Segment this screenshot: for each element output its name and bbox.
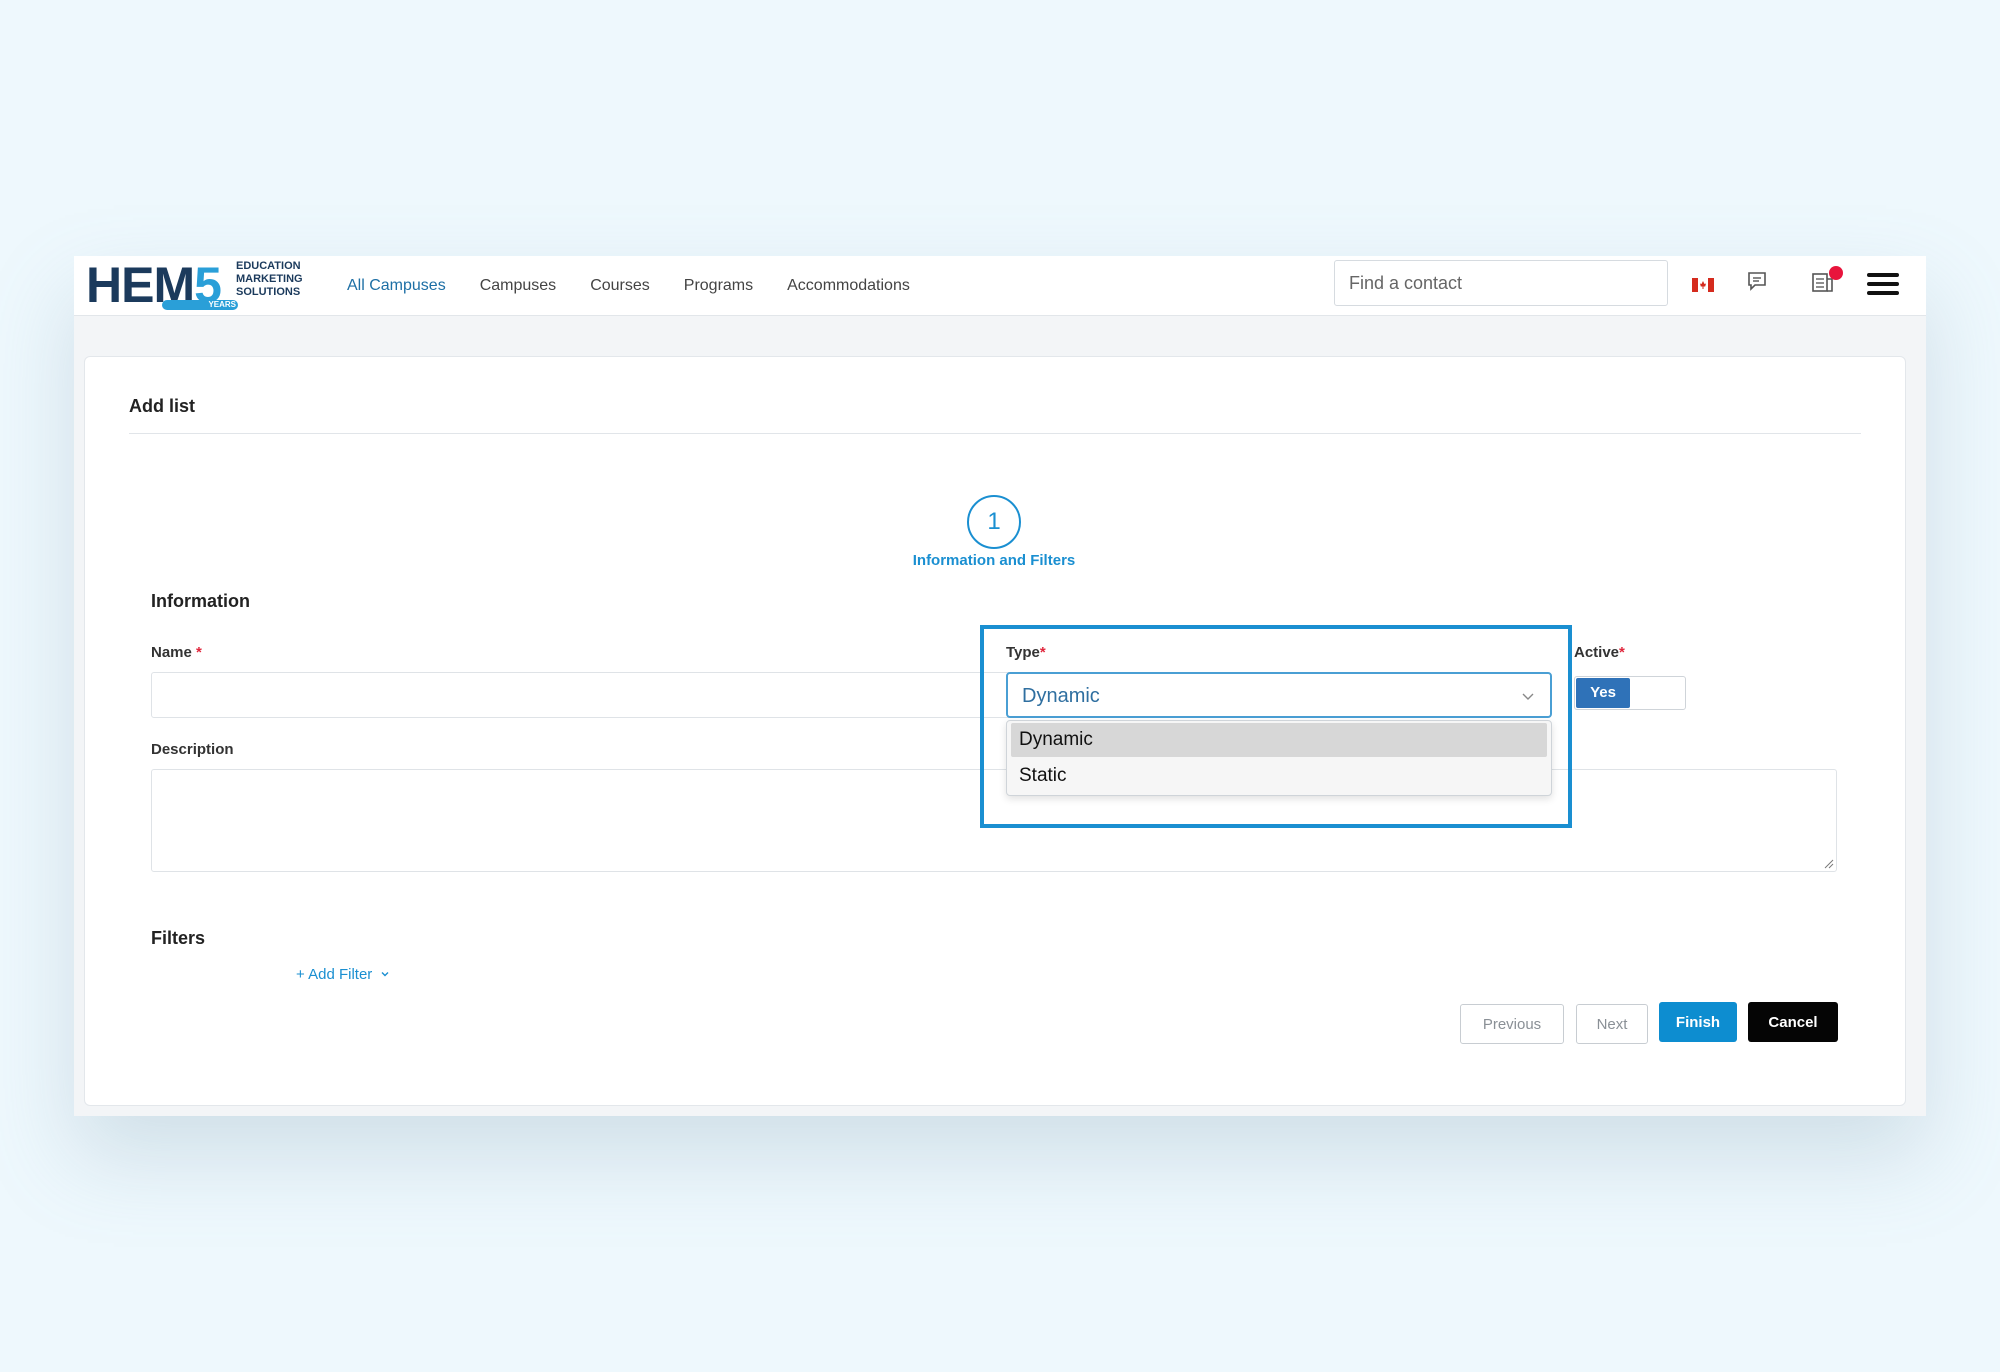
step-label: Information and Filters bbox=[912, 552, 1076, 569]
resize-grip-icon[interactable] bbox=[1822, 857, 1834, 869]
nav-accommodations[interactable]: Accommodations bbox=[787, 277, 910, 295]
step-indicator-1: 1 bbox=[967, 495, 1021, 549]
information-section-title: Information bbox=[151, 591, 250, 611]
add-filter-label: + Add Filter bbox=[296, 966, 373, 983]
name-label: Name * bbox=[151, 644, 202, 661]
logo-tagline: EDUCATION MARKETING SOLUTIONS bbox=[236, 260, 316, 299]
name-label-text: Name bbox=[151, 644, 192, 661]
name-input[interactable] bbox=[151, 672, 1011, 718]
type-select-value: Dynamic bbox=[1022, 685, 1100, 707]
top-navigation-bar: HEM5 EDUCATION MARKETING SOLUTIONS YEARS… bbox=[74, 256, 1926, 316]
filters-section-title: Filters bbox=[151, 928, 206, 948]
finish-button[interactable]: Finish bbox=[1659, 1002, 1737, 1042]
canada-flag-icon[interactable] bbox=[1692, 278, 1714, 292]
active-toggle[interactable]: Yes bbox=[1574, 676, 1686, 710]
main-nav: All Campuses Campuses Courses Programs A… bbox=[347, 256, 944, 316]
active-toggle-yes: Yes bbox=[1576, 678, 1630, 708]
name-required-mark: * bbox=[196, 644, 202, 661]
logo-tagline-2: MARKETING bbox=[236, 273, 303, 285]
hamburger-menu-icon[interactable] bbox=[1866, 270, 1900, 298]
logo-tagline-3: SOLUTIONS bbox=[236, 286, 301, 298]
nav-programs[interactable]: Programs bbox=[684, 277, 753, 295]
add-filter-button[interactable]: + Add Filter bbox=[296, 966, 390, 983]
chevron-down-icon bbox=[381, 972, 389, 977]
nav-campuses[interactable]: Campuses bbox=[480, 277, 556, 295]
next-button[interactable]: Next bbox=[1576, 1004, 1648, 1044]
nav-courses[interactable]: Courses bbox=[590, 277, 650, 295]
type-option-dynamic[interactable]: Dynamic bbox=[1011, 723, 1547, 757]
active-required-mark: * bbox=[1619, 644, 1625, 661]
description-label: Description bbox=[151, 741, 234, 758]
logo-years-badge: YEARS bbox=[162, 300, 238, 310]
notification-badge bbox=[1829, 266, 1843, 280]
chevron-down-icon bbox=[1522, 693, 1534, 700]
type-label-text: Type bbox=[1006, 644, 1040, 661]
logo-tagline-1: EDUCATION bbox=[236, 260, 301, 272]
active-label-text: Active bbox=[1574, 644, 1620, 661]
type-option-static[interactable]: Static bbox=[1011, 759, 1547, 793]
active-label: Active* bbox=[1574, 644, 1625, 661]
type-dropdown-list: Dynamic Static bbox=[1006, 720, 1552, 796]
chat-icon[interactable] bbox=[1746, 270, 1768, 292]
title-divider bbox=[129, 433, 1861, 434]
previous-button[interactable]: Previous bbox=[1460, 1004, 1564, 1044]
find-contact-input[interactable] bbox=[1334, 260, 1668, 306]
hem5-logo[interactable]: HEM5 EDUCATION MARKETING SOLUTIONS YEARS bbox=[86, 258, 316, 314]
cancel-button[interactable]: Cancel bbox=[1748, 1002, 1838, 1042]
type-required-mark: * bbox=[1039, 644, 1046, 661]
nav-all-campuses[interactable]: All Campuses bbox=[347, 277, 446, 295]
type-label: Type* bbox=[1006, 644, 1046, 661]
type-select[interactable]: Dynamic bbox=[1006, 672, 1552, 718]
page-title: Add list bbox=[129, 396, 195, 416]
